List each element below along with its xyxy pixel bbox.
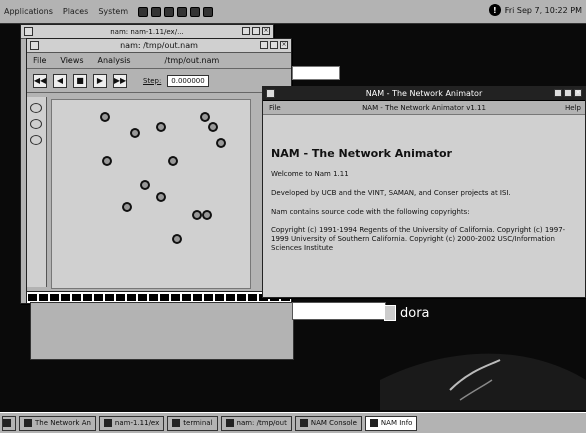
window-menu-icon[interactable]	[266, 89, 275, 98]
info-window: NAM - The Network Animator × File NAM - …	[262, 86, 586, 298]
nam-titlebar[interactable]: nam: /tmp/out.nam ×	[27, 39, 291, 53]
menu-views[interactable]: Views	[60, 56, 83, 65]
rewind-button[interactable]: ◀◀	[33, 73, 47, 88]
menu-system[interactable]: System	[98, 7, 128, 16]
maximize-icon[interactable]	[252, 27, 260, 35]
info-heading: NAM - The Network Animator	[271, 147, 452, 160]
network-node[interactable]	[100, 112, 110, 122]
network-node[interactable]	[168, 156, 178, 166]
maximize-icon[interactable]	[270, 41, 278, 49]
network-node[interactable]	[192, 210, 202, 220]
zoom-in-icon[interactable]	[30, 103, 42, 113]
info-subbar: File NAM - The Network Animator v1.11 He…	[263, 101, 585, 115]
clock-area: ! Fri Sep 7, 10:22 PM	[488, 4, 582, 16]
info-menu-help[interactable]: Help	[565, 104, 581, 112]
step-back-button[interactable]: ◀	[53, 73, 67, 88]
desktop-icon-label: dora	[400, 305, 430, 321]
taskbar-item[interactable]: terminal	[167, 415, 218, 431]
menu-analysis[interactable]: Analysis	[98, 56, 131, 65]
network-node[interactable]	[102, 156, 112, 166]
playback-controls: ◀◀ ◀ ■ ▶ ▶▶ Step: 0.000000	[27, 69, 291, 93]
terminal-launcher-icon[interactable]	[164, 6, 175, 17]
taskbar: The Network An nam-1.11/ex terminal nam:…	[0, 412, 586, 433]
menu-file[interactable]: File	[33, 56, 46, 65]
minimize-icon[interactable]	[260, 41, 268, 49]
network-node[interactable]	[200, 112, 210, 122]
browser-launcher-icon[interactable]	[138, 6, 149, 17]
info-titlebar[interactable]: NAM - The Network Animator ×	[263, 87, 585, 101]
network-node[interactable]	[140, 180, 150, 190]
info-menu-file[interactable]: File	[269, 104, 281, 112]
show-desktop-icon[interactable]	[2, 415, 16, 431]
editor-launcher-icon[interactable]	[177, 6, 188, 17]
file-label: /tmp/out.nam	[164, 56, 220, 65]
fast-forward-button[interactable]: ▶▶	[113, 73, 127, 88]
pan-icon[interactable]	[30, 135, 42, 145]
network-node[interactable]	[130, 128, 140, 138]
launcher-icons	[138, 6, 214, 17]
nam-menubar: File Views Analysis /tmp/out.nam	[27, 53, 291, 69]
network-node[interactable]	[216, 138, 226, 148]
close-icon[interactable]: ×	[574, 89, 582, 97]
time-field[interactable]: 0.000000	[167, 74, 209, 87]
console-title: nam: nam-1.11/ex/...	[110, 27, 184, 36]
info-paragraph: Copyright (c) 1991-1994 Regents of the U…	[271, 226, 566, 252]
info-subtitle: NAM - The Network Animator v1.11	[362, 103, 486, 112]
zoom-out-icon[interactable]	[30, 119, 42, 129]
info-title: NAM - The Network Animator	[365, 89, 483, 98]
taskbar-item[interactable]: NAM Console	[294, 415, 362, 431]
network-node[interactable]	[208, 122, 218, 132]
close-icon[interactable]: ×	[262, 27, 270, 35]
network-node[interactable]	[172, 234, 182, 244]
info-paragraph: Developed by UCB and the VINT, SAMAN, an…	[271, 188, 511, 197]
step-label: Step:	[143, 76, 162, 85]
tool-strip	[27, 97, 47, 287]
network-canvas[interactable]	[51, 99, 251, 289]
window-menu-icon[interactable]	[30, 41, 39, 50]
window-menu-icon[interactable]	[24, 27, 33, 36]
empty-panel	[30, 302, 294, 360]
network-node[interactable]	[156, 192, 166, 202]
network-node[interactable]	[156, 122, 166, 132]
taskbar-item[interactable]: nam-1.11/ex	[98, 415, 165, 431]
top-panel: Applications Places System ! Fri Sep 7, …	[0, 0, 586, 24]
play-button[interactable]: ▶	[93, 73, 107, 88]
info-body: NAM - The Network Animator Welcome to Na…	[263, 115, 585, 271]
console-titlebar[interactable]: nam: nam-1.11/ex/... ×	[21, 25, 273, 39]
notification-icon[interactable]: !	[488, 4, 501, 16]
menu-places[interactable]: Places	[63, 7, 88, 16]
minimize-icon[interactable]	[242, 27, 250, 35]
taskbar-item[interactable]: The Network An	[19, 415, 96, 431]
help-launcher-icon[interactable]	[203, 6, 214, 17]
text-field[interactable]	[292, 302, 386, 320]
computer-icon	[384, 305, 396, 321]
info-paragraph: Nam contains source code with the follow…	[271, 207, 470, 216]
stop-button[interactable]: ■	[73, 73, 87, 88]
taskbar-item-active[interactable]: NAM Info	[364, 415, 418, 431]
hidden-window-fragment	[292, 66, 340, 80]
taskbar-item[interactable]: nam: /tmp/out	[220, 415, 292, 431]
close-icon[interactable]: ×	[280, 41, 288, 49]
maximize-icon[interactable]	[564, 89, 572, 97]
nam-window: nam: /tmp/out.nam × File Views Analysis …	[26, 38, 292, 304]
nam-title: nam: /tmp/out.nam	[120, 41, 198, 50]
network-node[interactable]	[202, 210, 212, 220]
wallpaper-swoosh	[380, 353, 586, 410]
files-launcher-icon[interactable]	[190, 6, 201, 17]
network-node[interactable]	[122, 202, 132, 212]
info-paragraph: Welcome to Nam 1.11	[271, 170, 349, 178]
menu-applications[interactable]: Applications	[4, 7, 53, 16]
mail-launcher-icon[interactable]	[151, 6, 162, 17]
minimize-icon[interactable]	[554, 89, 562, 97]
clock[interactable]: Fri Sep 7, 10:22 PM	[505, 6, 582, 15]
